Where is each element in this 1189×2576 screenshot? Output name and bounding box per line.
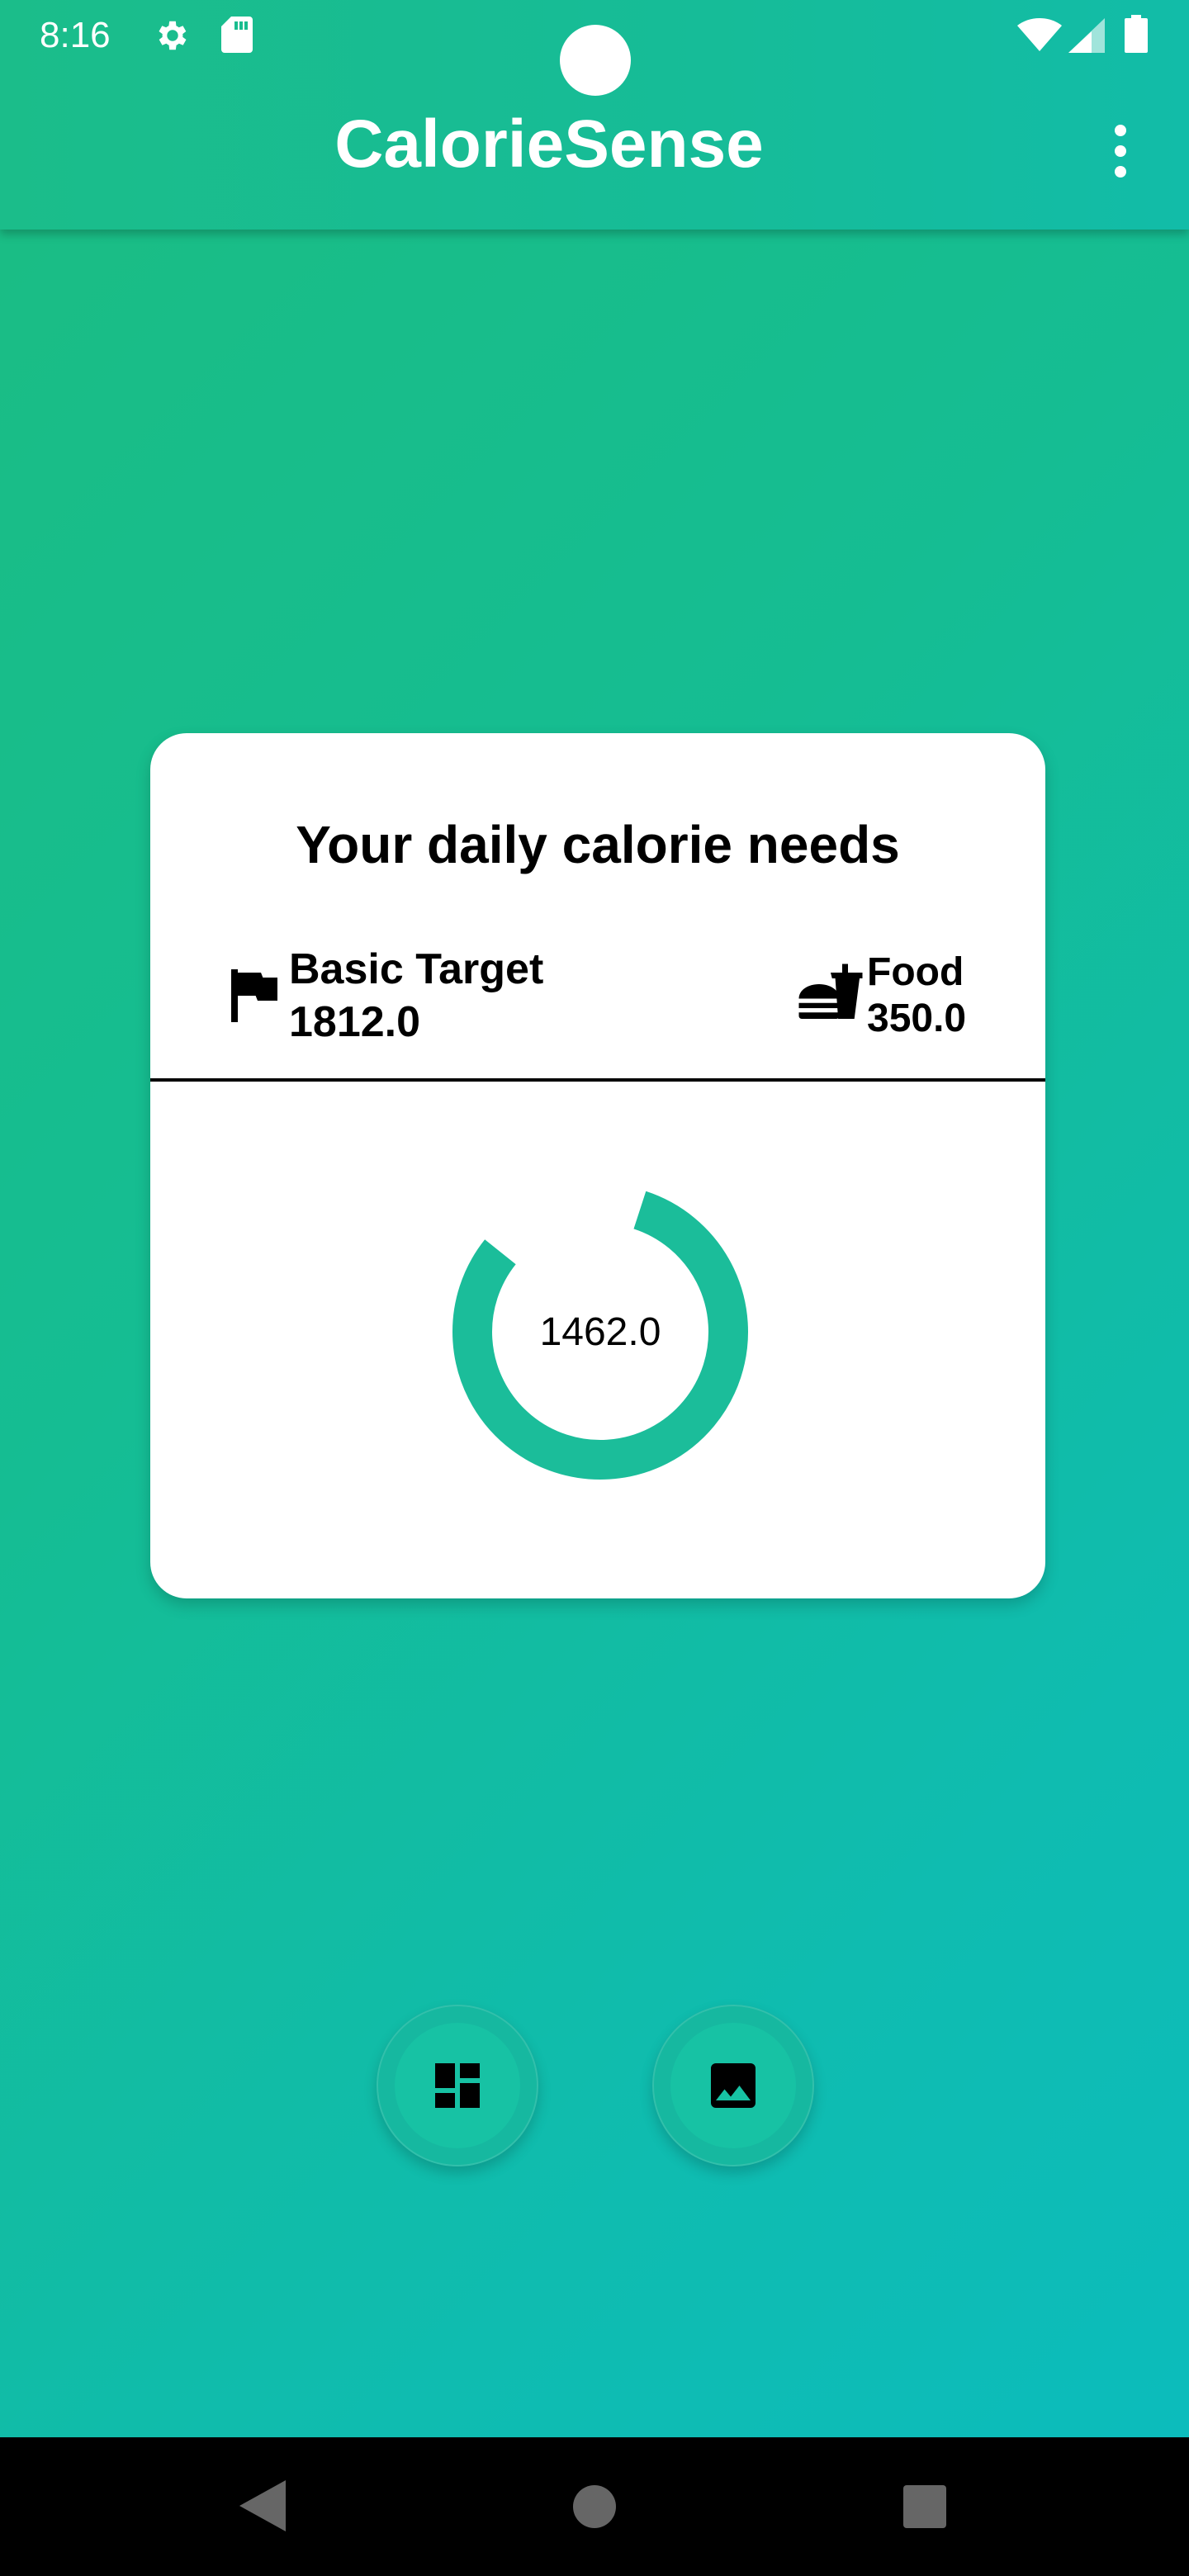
sd-card-icon [221, 17, 253, 57]
fastfood-icon [796, 961, 865, 1035]
signal-icon [1068, 18, 1105, 57]
remaining-value: 1462.0 [539, 1309, 661, 1354]
food-label: Food [867, 950, 964, 994]
battery-icon [1125, 15, 1148, 57]
status-time: 8:16 [40, 15, 111, 55]
back-icon[interactable] [239, 2480, 286, 2536]
flag-icon [231, 969, 277, 1026]
home-icon[interactable] [573, 2485, 616, 2532]
remaining-ring: 1462.0 [448, 1179, 753, 1485]
card-divider [150, 1078, 1045, 1082]
basic-target-label: Basic Target [289, 945, 544, 993]
recents-icon[interactable] [903, 2485, 946, 2532]
image-button[interactable] [652, 2005, 814, 2166]
calorie-card: Your daily calorie needs Basic Target 18… [150, 733, 1045, 1598]
basic-target-value: 1812.0 [289, 998, 421, 1046]
app-title: CalorieSense [334, 107, 764, 182]
image-icon [711, 2063, 756, 2108]
camera-cutout [560, 25, 631, 96]
app-bar: 8:16 CalorieSense [0, 0, 1189, 230]
food-value: 350.0 [867, 997, 967, 1040]
system-nav-bar [0, 2437, 1189, 2576]
dashboard-icon [435, 2063, 480, 2108]
wifi-icon [1017, 18, 1062, 55]
settings-icon [154, 17, 192, 59]
card-title: Your daily calorie needs [296, 815, 900, 874]
dashboard-button[interactable] [377, 2005, 538, 2166]
more-vert-icon[interactable] [1100, 122, 1141, 180]
